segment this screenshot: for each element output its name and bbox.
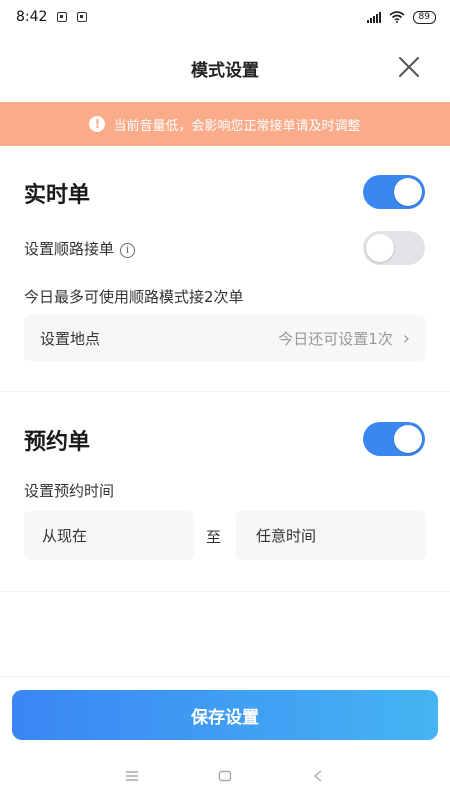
section-title-realtime: 实时单 (24, 183, 91, 208)
reservation-time-label: 设置预约时间 (24, 482, 115, 500)
save-settings-button[interactable]: 保存设置 (12, 690, 438, 740)
toggle-knob (394, 425, 422, 453)
status-time: 8:42 (16, 9, 48, 25)
route-quota-text: 今日最多可使用顺路模式接2次单 (24, 288, 244, 306)
signal-icon (366, 11, 381, 23)
close-icon[interactable] (398, 56, 420, 78)
info-icon[interactable]: i (120, 243, 136, 258)
section-divider (0, 591, 450, 592)
section-title-reservation: 预约单 (24, 430, 91, 455)
location-setting-row[interactable]: 设置地点 今日还可设置1次 › (24, 315, 426, 361)
menu-icon[interactable] (125, 770, 139, 782)
status-bar: 8:42 89 (0, 0, 450, 34)
volume-warning-banner: ! 当前音量低，会影响您正常接单请及时调整 (0, 102, 450, 146)
reservation-end-value: 任意时间 (256, 527, 317, 545)
banner-text: 当前音量低，会影响您正常接单请及时调整 (113, 118, 361, 134)
reservation-start-field[interactable]: 从现在 (24, 511, 194, 560)
back-icon[interactable] (313, 770, 323, 782)
route-order-toggle[interactable] (363, 231, 425, 265)
system-nav-bar (0, 754, 450, 800)
location-label: 设置地点 (40, 329, 101, 348)
reservation-toggle[interactable] (363, 422, 425, 456)
route-order-label: 设置顺路接单 (24, 240, 115, 258)
reservation-start-value: 从现在 (42, 527, 88, 545)
route-order-row: 设置顺路接单 i (24, 238, 136, 259)
warning-icon: ! (89, 116, 106, 132)
footer-divider (0, 676, 450, 677)
header: 模式设置 (0, 34, 450, 102)
chevron-right-icon: › (402, 327, 410, 349)
time-range-separator: 至 (206, 528, 222, 546)
reservation-end-field[interactable]: 任意时间 (236, 511, 426, 560)
toggle-knob (366, 234, 394, 262)
location-hint-group: 今日还可设置1次 › (278, 328, 410, 349)
wifi-icon (389, 11, 405, 23)
notification-icon (57, 12, 68, 22)
battery-indicator: 89 (412, 10, 436, 24)
location-hint: 今日还可设置1次 (278, 329, 393, 348)
toggle-knob (394, 178, 422, 206)
status-left: 8:42 (16, 9, 88, 25)
page-title: 模式设置 (191, 60, 259, 81)
realtime-toggle[interactable] (363, 175, 425, 209)
notification-icon (77, 12, 88, 22)
home-icon[interactable] (218, 770, 232, 782)
section-divider (0, 391, 450, 392)
status-right: 89 (366, 10, 436, 24)
